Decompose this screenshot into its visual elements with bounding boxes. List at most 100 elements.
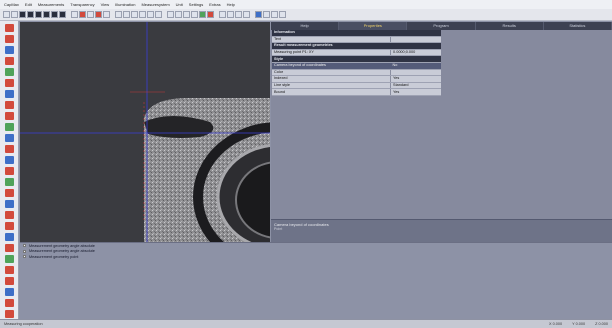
property-value[interactable]	[390, 69, 441, 77]
zoom-out-icon[interactable]	[123, 11, 130, 18]
menu-item-10[interactable]: Help	[227, 2, 235, 7]
save-icon[interactable]	[19, 11, 26, 18]
tab-properties[interactable]: Properties	[339, 22, 408, 30]
property-value[interactable]: No	[390, 62, 441, 70]
property-row[interactable]: Bound Yes	[272, 88, 441, 96]
status-bar: Measuring cooperation X 0.000 Y 0.000 Z 0.…	[0, 319, 612, 328]
property-section: Style	[272, 55, 441, 63]
contour-tool-icon[interactable]	[4, 178, 14, 186]
tab-program[interactable]: Program	[407, 22, 476, 30]
fit-tool-icon[interactable]	[4, 266, 14, 274]
tab-results[interactable]: Results	[476, 22, 544, 30]
ring-light-icon[interactable]	[207, 11, 214, 18]
print-icon[interactable]	[27, 11, 34, 18]
stop-icon[interactable]	[51, 11, 58, 18]
parallel-tool-icon[interactable]	[4, 156, 14, 164]
menu-item-0[interactable]: CapMax	[4, 2, 19, 7]
arc-tool-icon[interactable]	[4, 57, 14, 65]
property-value[interactable]: 0.0000;0.000	[390, 49, 441, 57]
property-row[interactable]: Measuring point P1: XY 0.0000;0.000	[272, 49, 441, 57]
camera-icon[interactable]	[35, 11, 42, 18]
property-row[interactable]: Color	[272, 69, 441, 77]
zoom-window-icon[interactable]	[155, 11, 162, 18]
status-text: Measuring cooperation	[4, 322, 43, 326]
property-row[interactable]: Text	[272, 36, 441, 44]
menu-item-8[interactable]: Settings	[189, 2, 203, 7]
new-icon[interactable]	[3, 11, 10, 18]
filter-icon[interactable]	[191, 11, 198, 18]
projection-tool-icon[interactable]	[4, 244, 14, 252]
arc-icon[interactable]	[103, 11, 110, 18]
help-icon[interactable]	[279, 11, 286, 18]
zoom-fit-icon[interactable]	[131, 11, 138, 18]
ellipse-tool-icon[interactable]	[4, 68, 14, 76]
offset-tool-icon[interactable]	[4, 255, 14, 263]
camera-image	[20, 22, 270, 242]
menu-item-6[interactable]: Measuresystem	[141, 2, 169, 7]
menu-item-3[interactable]: Transparency	[70, 2, 94, 7]
zoom-100-icon[interactable]	[139, 11, 146, 18]
reference-tool-icon[interactable]	[4, 277, 14, 285]
property-section: Result measurement geometries	[272, 42, 441, 50]
menu-item-1[interactable]: Edit	[25, 2, 32, 7]
tangent-tool-icon[interactable]	[4, 222, 14, 230]
property-value[interactable]: Yes	[390, 88, 441, 96]
line-icon[interactable]	[87, 11, 94, 18]
measure-tool-icon[interactable]	[4, 310, 14, 318]
circle-tool-icon[interactable]	[4, 46, 14, 54]
menu-item-7[interactable]: Unit	[176, 2, 183, 7]
symmetry-tool-icon[interactable]	[4, 233, 14, 241]
move-y-icon[interactable]	[235, 11, 242, 18]
light-icon[interactable]	[199, 11, 206, 18]
distance-tool-icon[interactable]	[4, 90, 14, 98]
tab-help[interactable]: Help	[271, 22, 340, 30]
property-row[interactable]: Camera beyond of coordinates No	[272, 62, 441, 70]
menu-item-2[interactable]: Measurements	[38, 2, 64, 7]
record-icon[interactable]	[43, 11, 50, 18]
origin-tool-icon[interactable]	[4, 288, 14, 296]
circle-icon[interactable]	[95, 11, 102, 18]
tab-statistics[interactable]: Statistics	[544, 22, 612, 30]
open-icon[interactable]	[11, 11, 18, 18]
diameter-tool-icon[interactable]	[4, 123, 14, 131]
overlay-icon[interactable]	[183, 11, 190, 18]
zoom-in-icon[interactable]	[115, 11, 122, 18]
angle-tool-icon[interactable]	[4, 101, 14, 109]
datum-tool-icon[interactable]	[4, 299, 14, 307]
camera-view[interactable]	[20, 22, 270, 242]
export-icon[interactable]	[263, 11, 270, 18]
intersection-tool-icon[interactable]	[4, 134, 14, 142]
menu-item-5[interactable]: Illumination	[115, 2, 135, 7]
edge-tool-icon[interactable]	[4, 189, 14, 197]
property-row[interactable]: Line style Standard	[272, 82, 441, 90]
line-tool-icon[interactable]	[4, 35, 14, 43]
crosshair-icon[interactable]	[175, 11, 182, 18]
property-value[interactable]: Standard	[390, 82, 441, 90]
settings-icon[interactable]	[271, 11, 278, 18]
spline-tool-icon[interactable]	[4, 200, 14, 208]
property-value[interactable]: Yes	[390, 75, 441, 83]
point-tool-icon[interactable]	[4, 24, 14, 32]
menu-item-4[interactable]: View	[101, 2, 110, 7]
point-icon[interactable]	[79, 11, 86, 18]
move-z-icon[interactable]	[243, 11, 250, 18]
radius-tool-icon[interactable]	[4, 112, 14, 120]
property-label: Bound	[272, 88, 391, 96]
perpendicular-tool-icon[interactable]	[4, 167, 14, 175]
report-icon[interactable]	[255, 11, 262, 18]
list-item[interactable]: Measurement geometry point	[20, 254, 612, 260]
play-icon[interactable]	[59, 11, 66, 18]
property-row[interactable]: Indexed Yes	[272, 75, 441, 83]
move-x-icon[interactable]	[227, 11, 234, 18]
midpoint-tool-icon[interactable]	[4, 145, 14, 153]
zoom-200-icon[interactable]	[147, 11, 154, 18]
slot-tool-icon[interactable]	[4, 211, 14, 219]
measure-icon[interactable]	[219, 11, 226, 18]
properties-panel: Help Properties Program Results Statistics I…	[271, 22, 612, 243]
property-value[interactable]	[390, 36, 441, 44]
select-icon[interactable]	[71, 11, 78, 18]
property-label: Line style	[272, 82, 391, 90]
menu-item-9[interactable]: Extras	[209, 2, 220, 7]
rectangle-tool-icon[interactable]	[4, 79, 14, 87]
grid-icon[interactable]	[167, 11, 174, 18]
